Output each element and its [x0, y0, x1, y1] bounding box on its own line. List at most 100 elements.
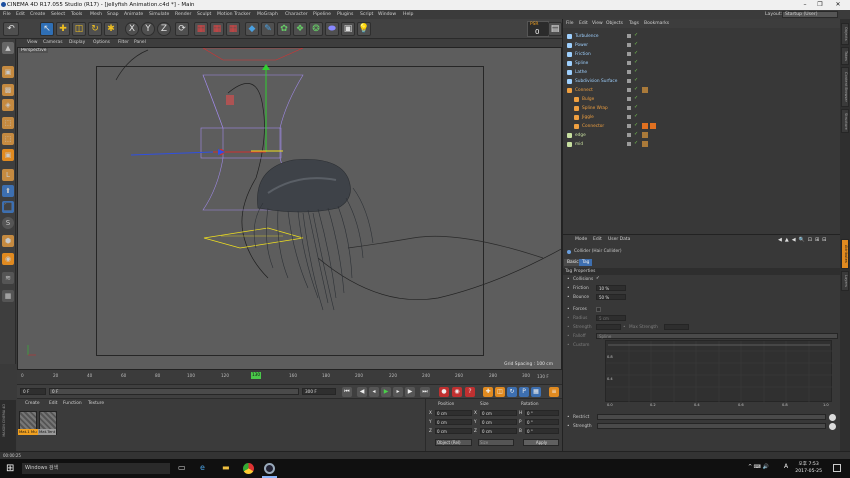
om-menu-objects[interactable]: Objects — [606, 21, 623, 26]
menu-simulate[interactable]: Simulate — [149, 12, 169, 17]
environment-icon[interactable]: ⬬ — [325, 22, 339, 36]
visibility-dots-icon[interactable] — [627, 52, 631, 56]
auto-key-icon[interactable]: ◉ — [452, 387, 462, 397]
menu-snap[interactable]: Snap — [107, 12, 119, 17]
strength2-field[interactable] — [597, 423, 826, 429]
object-tag-icon[interactable] — [642, 87, 648, 93]
menu-motion-tracker[interactable]: Motion Tracker — [217, 12, 251, 17]
menu-mesh[interactable]: Mesh — [90, 12, 102, 17]
windows-start-icon[interactable]: ⊞ — [6, 463, 17, 474]
deformer-icon[interactable]: ❂ — [309, 22, 323, 36]
visibility-dots-icon[interactable] — [627, 70, 631, 74]
key-rotation-icon[interactable]: ↻ — [507, 387, 517, 397]
render-view-icon[interactable]: ▦ — [194, 22, 208, 36]
menu-help[interactable]: Help — [403, 12, 413, 17]
am-menu-mode[interactable]: Mode — [575, 237, 587, 242]
apply-button[interactable]: Apply — [523, 439, 559, 446]
menu-sculpt[interactable]: Sculpt — [197, 12, 211, 17]
enabled-check-icon[interactable]: ✓ — [634, 86, 638, 92]
soft-selection-icon[interactable]: S — [2, 217, 14, 229]
object-row[interactable]: Power ✓ — [563, 41, 841, 50]
radius-field[interactable]: 5 cm — [596, 315, 626, 321]
friction-field[interactable]: 10 % — [596, 285, 626, 291]
array-icon[interactable]: ❖ — [293, 22, 307, 36]
render-region-icon[interactable]: ▤ — [548, 22, 562, 36]
scale-tool-icon[interactable]: ◫ — [72, 22, 86, 36]
enabled-check-icon[interactable]: ✓ — [634, 50, 638, 56]
enabled-check-icon[interactable]: ✓ — [634, 59, 638, 65]
object-row[interactable]: Spline ✓ — [563, 59, 841, 68]
move-tool-icon[interactable]: ✚ — [56, 22, 70, 36]
menu-pipeline[interactable]: Pipeline — [313, 12, 331, 17]
object-row[interactable]: Connector ✓ — [563, 122, 841, 131]
select-tool-icon[interactable]: ↖ — [40, 22, 54, 36]
go-to-end-icon[interactable]: ⏭ — [420, 387, 430, 397]
visibility-dots-icon[interactable] — [627, 124, 631, 128]
axis-z-button[interactable]: Z — [157, 22, 171, 36]
prev-frame-icon[interactable]: ◂ — [369, 387, 379, 397]
object-row[interactable]: Spline Wrap ✓ — [563, 104, 841, 113]
edges-mode-icon[interactable]: ⬚ — [2, 133, 14, 145]
axis-y-button[interactable]: Y — [141, 22, 155, 36]
menu-animate[interactable]: Animate — [124, 12, 143, 17]
position-y-field[interactable]: 0 cm — [435, 419, 472, 425]
object-tag-icon[interactable] — [642, 141, 648, 147]
taskbar-search-box[interactable]: Windows 검색 — [22, 463, 170, 474]
viewport-menu-display[interactable]: Display — [69, 40, 85, 45]
menu-script[interactable]: Script — [360, 12, 373, 17]
viewport-menu-view[interactable]: View — [27, 40, 37, 45]
viewport-menu-cameras[interactable]: Cameras — [43, 40, 63, 45]
enabled-check-icon[interactable]: ✓ — [634, 95, 638, 101]
visibility-dots-icon[interactable] — [627, 115, 631, 119]
close-button[interactable]: ✕ — [833, 1, 843, 9]
viewport-menu-panel[interactable]: Panel — [134, 40, 146, 45]
menu-file[interactable]: File — [3, 12, 11, 17]
enabled-check-icon[interactable]: ✓ — [634, 77, 638, 83]
notification-icon[interactable] — [833, 464, 841, 472]
tab-attributes[interactable]: Attributes — [841, 239, 849, 269]
enabled-check-icon[interactable]: ✓ — [634, 32, 638, 38]
am-menu-edit[interactable]: Edit — [593, 237, 602, 242]
viewport-menu-filter[interactable]: Filter — [118, 40, 129, 45]
coord-size-mode-select[interactable]: Size — [478, 439, 514, 446]
go-to-start-icon[interactable]: ⏮ — [342, 387, 352, 397]
points-mode-icon[interactable]: ⬚ — [2, 117, 14, 129]
tab-takes[interactable]: Takes — [841, 47, 849, 65]
render-picture-viewer-icon[interactable]: ▦ — [210, 22, 224, 36]
coord-mode-select[interactable]: Object (Rel) — [435, 439, 472, 446]
task-view-icon[interactable]: ▭ — [178, 463, 189, 474]
bounce-field[interactable]: 50 % — [596, 294, 626, 300]
tab-content-browser[interactable]: Content Browser — [841, 67, 849, 107]
layer-icon[interactable]: ▦ — [2, 290, 14, 302]
menu-mograph[interactable]: MoGraph — [257, 12, 278, 17]
timeline-playhead[interactable]: 130 — [251, 372, 261, 379]
play-icon[interactable]: ▶ — [381, 387, 391, 397]
tab-objects[interactable]: Objects — [841, 23, 849, 45]
record-icon[interactable]: ● — [439, 387, 449, 397]
am-menu-user-data[interactable]: User Data — [608, 237, 630, 242]
polygons-mode-icon[interactable]: ▣ — [2, 149, 14, 161]
enable-axis-icon[interactable]: L — [2, 169, 14, 181]
tab-tag[interactable]: Tag — [579, 259, 593, 266]
undo-icon[interactable]: ↶ — [3, 22, 19, 36]
workplane-mode-icon[interactable]: ◈ — [2, 99, 14, 111]
cube-icon[interactable]: ◆ — [245, 22, 259, 36]
object-row[interactable]: edge ✓ — [563, 131, 841, 140]
z-axis-handle[interactable] — [130, 151, 214, 156]
enabled-check-icon[interactable]: ✓ — [634, 104, 638, 110]
tab-layers[interactable]: Layers — [841, 271, 849, 291]
enabled-check-icon[interactable]: ✓ — [634, 140, 638, 146]
end-frame-field[interactable]: 300 F — [302, 388, 336, 395]
object-row[interactable]: Jiggle ✓ — [563, 113, 841, 122]
object-row[interactable]: Subdivision Surface ✓ — [563, 77, 841, 86]
maximize-button[interactable]: ❐ — [815, 1, 825, 9]
tweak-mode-icon[interactable]: ⬆ — [2, 185, 14, 197]
edge-browser-icon[interactable]: e — [200, 463, 211, 474]
am-nav-icons[interactable]: ◀▲◀🔍⊡⊞⊟ — [778, 237, 829, 243]
menu-select[interactable]: Select — [51, 12, 65, 17]
enabled-check-icon[interactable]: ✓ — [634, 131, 638, 137]
object-tag-icon[interactable] — [642, 132, 648, 138]
size-x-field[interactable]: 0 cm — [480, 410, 517, 416]
tray-icons[interactable]: ^ ⌨ 🔊 — [748, 464, 769, 470]
visibility-dots-icon[interactable] — [627, 34, 631, 38]
